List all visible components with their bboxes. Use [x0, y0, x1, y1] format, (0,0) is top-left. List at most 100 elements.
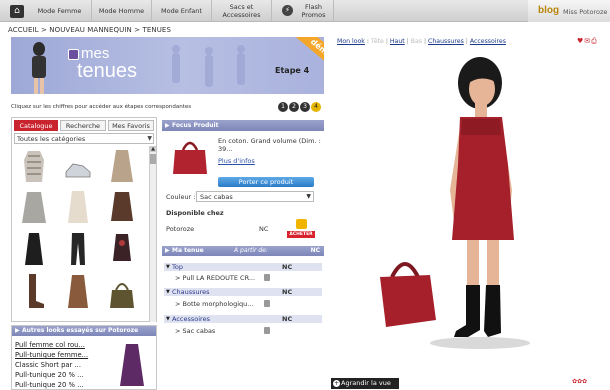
step-1-button[interactable]: 1: [278, 102, 288, 112]
outfit-category-accessories[interactable]: ▼ Accessoires NC: [164, 315, 322, 323]
outfit-item-shoes[interactable]: > Botte morphologiqu...: [175, 300, 253, 308]
outfit-item-top[interactable]: > Pull LA REDOUTE CR...: [175, 274, 255, 282]
scroll-up-arrow-icon[interactable]: ▲: [150, 146, 156, 152]
outfit-category-top[interactable]: ▼ Top NC: [164, 263, 322, 271]
look-link-chaussures[interactable]: Chaussures: [428, 38, 464, 45]
product-thumb-black-dress[interactable]: [19, 231, 49, 267]
product-thumb-dark-top[interactable]: [107, 231, 137, 267]
rotate-icons[interactable]: ✿✿✿: [572, 378, 587, 385]
catalogue-scrollbar[interactable]: ▲: [149, 146, 156, 322]
trash-icon[interactable]: [264, 327, 270, 334]
nav-mode-femme[interactable]: Mode Femme: [28, 0, 92, 22]
buy-button[interactable]: ACHETER: [287, 218, 315, 240]
outfit-category-label: Top: [172, 263, 183, 271]
mannequin-preview[interactable]: [370, 55, 550, 385]
mes-tenues-icon: [68, 49, 79, 60]
focus-product-title: Focus Produit: [172, 122, 219, 129]
product-thumb-olive-bag[interactable]: [107, 276, 137, 312]
shop-name: Potoroze: [166, 225, 195, 233]
look-link-1[interactable]: Pull femme col rou...: [15, 341, 85, 349]
product-thumb-sneaker[interactable]: [63, 150, 93, 186]
tab-recherche[interactable]: Recherche: [60, 120, 106, 131]
nav-mode-homme[interactable]: Mode Homme: [92, 0, 152, 22]
nav-flash-label: Flash: [304, 3, 323, 11]
tab-mes-favoris[interactable]: Mes Favoris: [108, 120, 154, 131]
category-select[interactable]: Toutes les catégories ▼: [14, 133, 154, 144]
other-looks-panel: ▶ Autres looks essayés sur Potoroze Pull…: [11, 325, 157, 390]
step-2-button[interactable]: 2: [289, 102, 299, 112]
chevron-down-icon: ▼: [306, 193, 311, 200]
look-link-accessoires[interactable]: Accessoires: [470, 38, 506, 45]
wear-product-button[interactable]: Porter ce produit: [218, 177, 314, 187]
look-link-4[interactable]: Pull-tunique 20 % ...: [15, 371, 84, 379]
top-navigation-bar: ⌂ Mode Femme Mode Homme Mode Enfant Sacs…: [0, 0, 610, 22]
chevron-down-icon: ▼: [147, 135, 152, 142]
model-silhouette: [32, 42, 46, 94]
nav-mode-enfant[interactable]: Mode Enfant: [152, 0, 212, 22]
product-thumb-grey-jacket[interactable]: [19, 189, 49, 225]
look-link-2[interactable]: Pull-tunique femme...: [15, 351, 88, 359]
trash-icon[interactable]: [264, 274, 270, 281]
color-select[interactable]: Sac cabas ▼: [196, 191, 314, 202]
home-icon[interactable]: ⌂: [10, 5, 24, 18]
product-thumb-coat-beige[interactable]: [107, 148, 137, 184]
product-thumb-patterned-top[interactable]: [19, 148, 49, 184]
triangle-right-icon: ▶: [165, 122, 170, 129]
my-outfit-header: ▶ Ma tenue A partir de: NC: [162, 246, 324, 256]
catalogue-tabs: Catalogue Recherche Mes Favoris: [12, 118, 156, 131]
step-3-button[interactable]: 3: [300, 102, 310, 112]
product-thumb-cream-coat[interactable]: [63, 189, 93, 225]
nav-accessoires-label: Accessoires: [222, 11, 261, 19]
look-link-haut[interactable]: Haut: [390, 38, 405, 45]
product-thumb-black-trousers[interactable]: [63, 231, 93, 267]
nav-flash-promos[interactable]: Flash Promos: [294, 0, 334, 22]
look-filter-links: Mon look : Tête | Haut | Bas | Chaussure…: [337, 38, 506, 45]
nav-sacs-accessoires[interactable]: Sacs et Accessoires: [212, 0, 272, 22]
outfit-category-label: Chaussures: [172, 288, 210, 296]
nav-promos-label: Promos: [301, 11, 326, 19]
color-select-value: Sac cabas: [200, 193, 233, 201]
triangle-down-icon: ▼: [166, 264, 170, 270]
look-link-3[interactable]: Classic Short par ...: [15, 361, 81, 369]
step-banner: mes tenues Etape 4 démo: [11, 37, 324, 94]
step-4-button[interactable]: 4: [311, 102, 321, 112]
trash-icon[interactable]: [264, 300, 270, 307]
outfit-category-shoes[interactable]: ▼ Chaussures NC: [164, 288, 322, 296]
outfit-item-accessory[interactable]: > Sac cabas: [175, 327, 215, 335]
blog-username[interactable]: Miss Potoroze: [563, 8, 607, 16]
look-link-tete: Tête: [370, 38, 384, 45]
separator: |: [406, 38, 409, 45]
product-thumb-brown-coat[interactable]: [63, 273, 93, 309]
breadcrumb: ACCUEIL > NOUVEAU MANNEQUIN > TENUES: [8, 26, 171, 34]
separator: |: [423, 38, 427, 45]
triangle-right-icon: ▶: [15, 327, 20, 334]
look-link-bas: Bas: [410, 38, 422, 45]
scroll-thumb[interactable]: [150, 154, 156, 164]
outfit-category-price: NC: [282, 263, 293, 271]
tab-catalogue[interactable]: Catalogue: [14, 120, 58, 131]
share-icons[interactable]: ♥✉⎙: [577, 37, 598, 46]
silhouettes-decor: [172, 45, 245, 87]
more-info-link[interactable]: Plus d'infos: [218, 157, 255, 165]
look-preview-image[interactable]: [116, 340, 148, 388]
focus-product-panel: ▶ Focus Produit En coton. Grand volume (…: [162, 120, 324, 240]
separator: |: [385, 38, 388, 45]
blog-logo[interactable]: blog: [538, 5, 559, 16]
plus-icon: +: [333, 380, 340, 387]
flash-icon[interactable]: ⚡: [282, 5, 293, 16]
product-thumb-brown-jacket[interactable]: [107, 189, 137, 225]
separator: |: [465, 38, 468, 45]
product-description: En coton. Grand volume (Dim. : 39...: [218, 137, 321, 153]
my-outfit-panel: ▶ Ma tenue A partir de: NC ▼ Top NC > Pu…: [162, 246, 324, 346]
outfit-category-label: Accessoires: [172, 315, 210, 323]
enlarge-view-label: Agrandir la vue: [341, 379, 391, 387]
steps-hint: Cliquez sur les chiffres pour accéder au…: [11, 104, 192, 110]
banner-step: Etape 4: [275, 66, 310, 75]
my-look-link[interactable]: Mon look: [337, 38, 365, 45]
total-price-value: NC: [310, 247, 320, 254]
enlarge-view-button[interactable]: + Agrandir la vue: [331, 378, 399, 389]
category-select-value: Toutes les catégories: [17, 135, 86, 143]
product-thumb-boot[interactable]: [19, 273, 49, 309]
color-label: Couleur :: [166, 193, 196, 201]
look-link-5[interactable]: Pull-tunique 20 % ...: [15, 381, 84, 389]
